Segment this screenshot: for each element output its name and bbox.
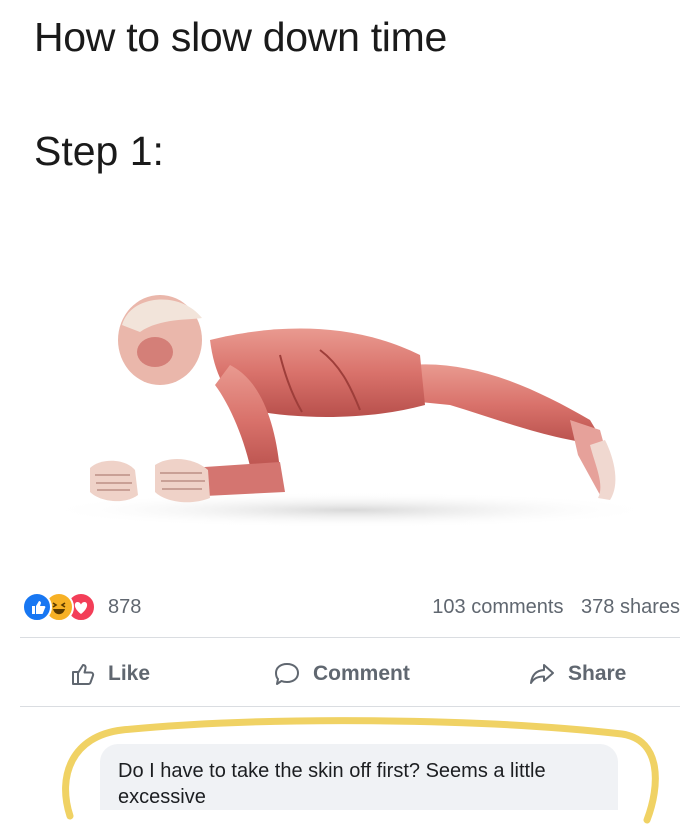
action-bar: Like Comment Share — [0, 650, 700, 696]
thumbs-up-icon — [72, 664, 95, 685]
meme-title: How to slow down time — [34, 14, 447, 60]
divider — [20, 637, 680, 638]
like-label: Like — [108, 662, 151, 685]
comment-button[interactable]: Comment — [273, 658, 410, 690]
share-button[interactable]: Share — [528, 658, 626, 690]
like-button[interactable]: Like — [70, 658, 150, 690]
comment-bubble-icon — [275, 663, 299, 685]
share-arrow-icon — [530, 664, 554, 684]
divider — [20, 706, 680, 707]
meme-step-label: Step 1: — [34, 128, 164, 174]
reaction-count[interactable]: 878 — [108, 596, 141, 619]
shares-count[interactable]: 378 shares — [581, 596, 680, 618]
highlight-circle — [62, 717, 659, 824]
share-label: Share — [568, 662, 627, 685]
comment-label: Comment — [313, 662, 410, 685]
engagement-counts: 103 comments 378 shares — [420, 596, 680, 619]
like-icon — [22, 592, 52, 622]
engagement-bar: 878 103 comments 378 shares — [0, 590, 700, 624]
comments-count[interactable]: 103 comments — [432, 596, 563, 618]
anatomical-plank-figure — [30, 270, 670, 550]
